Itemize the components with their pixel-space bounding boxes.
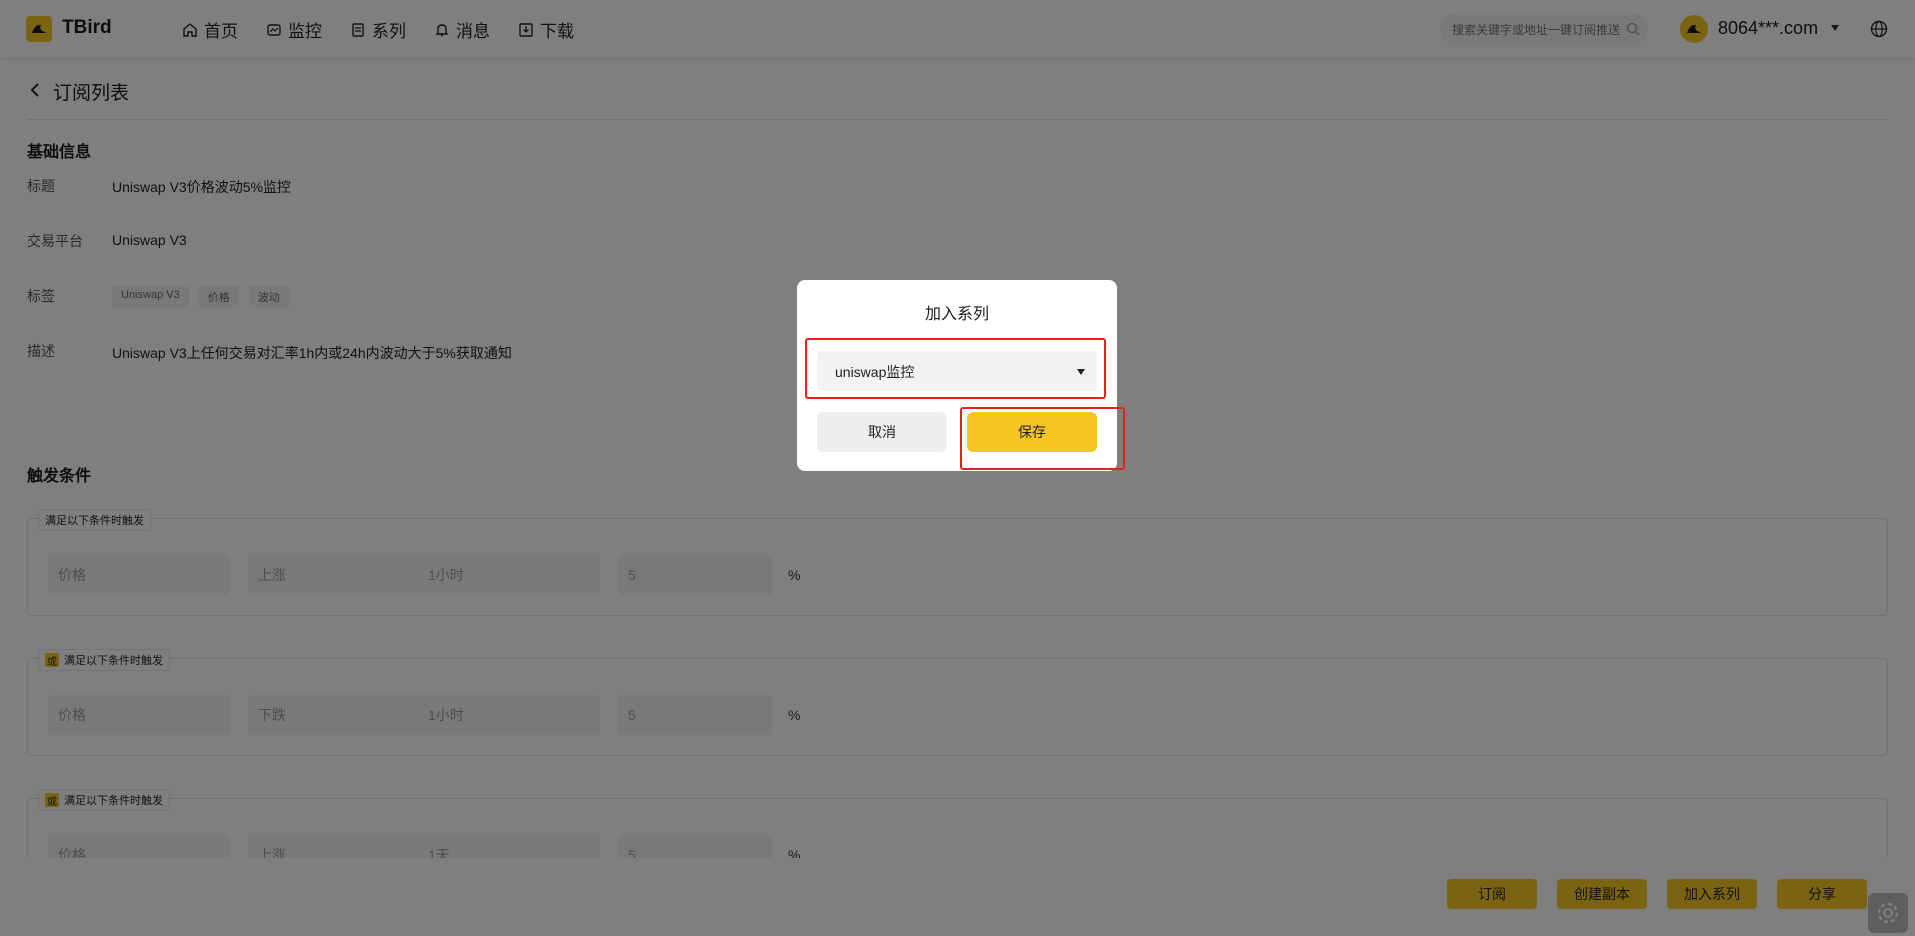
cancel-button[interactable]: 取消 [817,412,947,452]
highlight-box [805,338,1106,399]
dialog-title: 加入系列 [924,306,989,323]
highlight-box [960,407,1125,470]
